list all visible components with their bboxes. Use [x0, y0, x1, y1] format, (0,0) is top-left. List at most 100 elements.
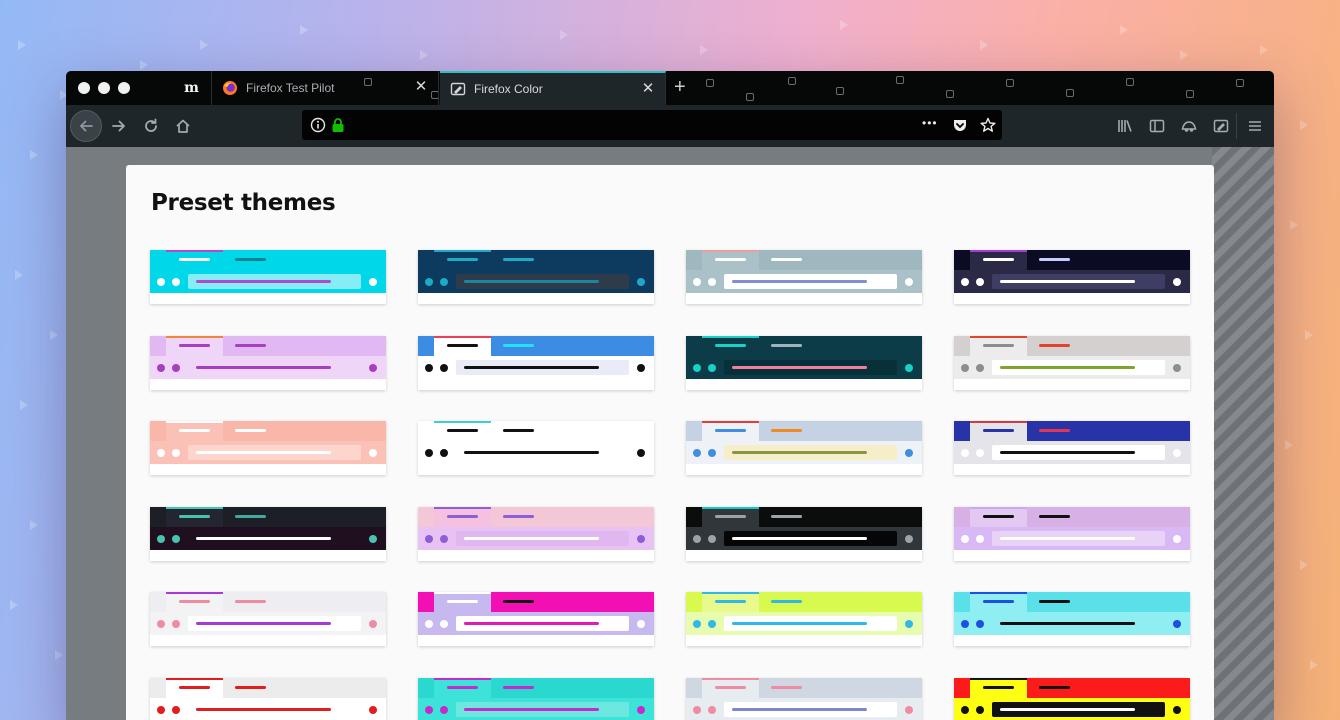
theme-toolbar-dot	[157, 706, 165, 714]
theme-preview-card[interactable]	[418, 336, 654, 390]
theme-decoration-icon	[896, 76, 904, 84]
theme-frame	[418, 336, 654, 356]
theme-preview-card[interactable]	[686, 250, 922, 304]
theme-background-tab-text	[503, 515, 534, 518]
theme-toolbar-dot	[961, 620, 969, 628]
info-icon[interactable]	[310, 117, 326, 133]
background-pattern-triangle	[30, 150, 38, 160]
window-zoom-button[interactable]	[118, 82, 130, 94]
theme-url-field	[456, 531, 629, 546]
pinned-tab[interactable]: m	[172, 71, 212, 105]
theme-active-tab	[166, 592, 223, 612]
theme-toolbar	[954, 356, 1190, 379]
navigation-toolbar: •••	[66, 105, 1274, 147]
theme-preview-card[interactable]	[150, 336, 386, 390]
page-actions-menu-icon[interactable]: •••	[922, 116, 938, 130]
theme-preview-card[interactable]	[418, 250, 654, 304]
theme-tab-line	[702, 507, 759, 509]
theme-toolbar-dot	[440, 449, 448, 457]
back-button[interactable]	[70, 110, 102, 142]
theme-frame	[418, 507, 654, 527]
theme-url-field	[188, 274, 361, 289]
theme-url-text	[464, 280, 599, 283]
theme-preview-card[interactable]	[954, 507, 1190, 561]
pocket-icon[interactable]	[952, 117, 968, 133]
window-close-button[interactable]	[78, 82, 90, 94]
theme-background-tab-text	[235, 600, 266, 603]
theme-preview-card[interactable]	[150, 592, 386, 646]
theme-preview-card[interactable]	[150, 421, 386, 475]
firefox-color-toolbar-button[interactable]	[1205, 110, 1237, 142]
theme-toolbar-dot	[708, 449, 716, 457]
theme-toolbar-dot	[369, 535, 377, 543]
theme-toolbar-dot	[961, 706, 969, 714]
theme-frame	[150, 250, 386, 270]
theme-tab-text	[715, 515, 746, 518]
theme-preview-card[interactable]	[150, 678, 386, 720]
test-pilot-button[interactable]	[1173, 110, 1205, 142]
theme-toolbar-dot	[637, 535, 645, 543]
window-minimize-button[interactable]	[98, 82, 110, 94]
theme-toolbar-dot	[425, 706, 433, 714]
theme-preview-card[interactable]	[150, 250, 386, 304]
forward-button[interactable]	[103, 110, 135, 142]
theme-preview-card[interactable]	[686, 336, 922, 390]
theme-toolbar-dot	[440, 535, 448, 543]
theme-url-field	[188, 360, 361, 375]
theme-preview-card[interactable]	[418, 592, 654, 646]
theme-preview-card[interactable]	[686, 592, 922, 646]
theme-toolbar	[418, 527, 654, 550]
tab-firefox-test-pilot[interactable]: Firefox Test Pilot ✕	[212, 71, 439, 105]
theme-tab-text	[179, 258, 210, 261]
theme-frame	[418, 678, 654, 698]
theme-toolbar-dot	[637, 620, 645, 628]
menu-button[interactable]	[1239, 110, 1271, 142]
arrow-left-icon	[80, 120, 93, 132]
background-pattern-triangle	[420, 50, 428, 60]
theme-preview-card[interactable]	[150, 507, 386, 561]
theme-preview-card[interactable]	[954, 421, 1190, 475]
theme-background-tab-text	[503, 429, 534, 432]
sidebar-button[interactable]	[1141, 110, 1173, 142]
url-input[interactable]	[358, 114, 918, 136]
theme-preview-card[interactable]	[418, 507, 654, 561]
theme-url-text	[196, 622, 331, 625]
theme-preview-card[interactable]	[686, 678, 922, 720]
theme-tab-line	[702, 421, 759, 423]
theme-preview-card[interactable]	[418, 421, 654, 475]
theme-preview-card[interactable]	[686, 421, 922, 475]
theme-toolbar-dot	[1173, 278, 1181, 286]
theme-toolbar	[686, 356, 922, 379]
bookmark-star-icon[interactable]	[980, 117, 996, 133]
theme-url-text	[464, 451, 599, 454]
lock-icon[interactable]	[330, 117, 346, 133]
theme-preview-card[interactable]	[954, 336, 1190, 390]
theme-frame	[150, 421, 386, 441]
theme-card-footer	[150, 635, 386, 646]
theme-card-footer	[686, 379, 922, 390]
firefox-color-icon	[1213, 119, 1229, 133]
theme-preview-card[interactable]	[954, 250, 1190, 304]
theme-toolbar	[686, 698, 922, 720]
theme-background-tab-text	[771, 515, 802, 518]
theme-preview-card[interactable]	[954, 592, 1190, 646]
theme-background-tab-text	[771, 600, 802, 603]
theme-preview-card[interactable]	[686, 507, 922, 561]
toolbar-separator	[1236, 113, 1237, 139]
new-tab-button[interactable]: +	[674, 77, 686, 97]
close-tab-icon[interactable]: ✕	[641, 81, 655, 96]
theme-url-field	[724, 360, 897, 375]
reload-button[interactable]	[135, 110, 167, 142]
firefox-color-icon	[450, 82, 466, 96]
theme-preview-card[interactable]	[954, 678, 1190, 720]
tab-firefox-color[interactable]: Firefox Color ✕	[440, 71, 666, 105]
theme-frame	[418, 421, 654, 441]
library-button[interactable]	[1109, 110, 1141, 142]
theme-active-tab	[702, 507, 759, 527]
theme-decoration-icon	[1006, 79, 1014, 87]
theme-toolbar-dot	[369, 706, 377, 714]
theme-tab-text	[179, 429, 210, 432]
home-button[interactable]	[167, 110, 199, 142]
theme-preview-card[interactable]	[418, 678, 654, 720]
close-tab-icon[interactable]: ✕	[414, 79, 428, 94]
